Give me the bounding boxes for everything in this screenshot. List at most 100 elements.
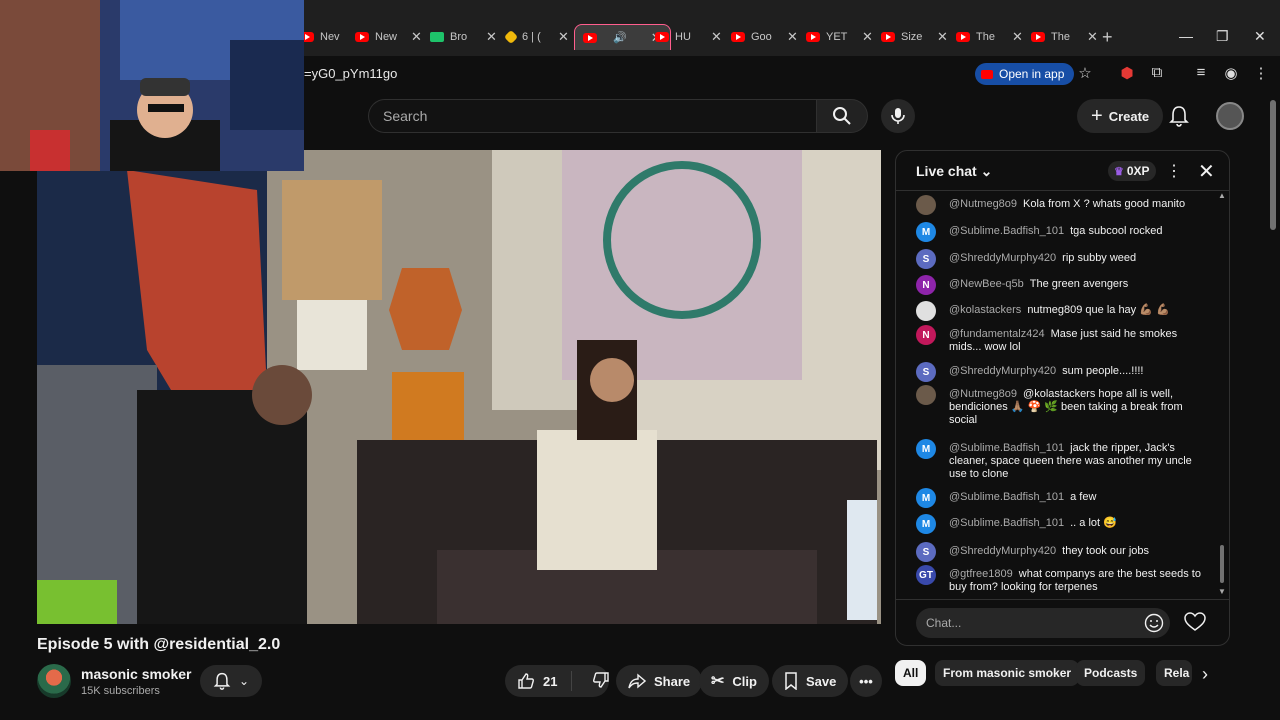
- browser-tab[interactable]: New ✕: [355, 24, 422, 50]
- url-text[interactable]: =yG0_pYm11go: [304, 66, 397, 81]
- close-chat-icon[interactable]: ✕: [1198, 159, 1215, 184]
- filter-chip[interactable]: All: [895, 660, 927, 686]
- chat-scroll-thumb[interactable]: [1220, 545, 1224, 583]
- close-tab-icon[interactable]: ✕: [486, 29, 497, 45]
- browser-tab[interactable]: The ✕: [956, 24, 1023, 50]
- share-button[interactable]: Share: [616, 665, 703, 697]
- create-label: Create: [1108, 108, 1150, 124]
- bookmark-icon: [785, 672, 797, 690]
- video-player[interactable]: [37, 150, 881, 624]
- page-scrollbar[interactable]: [1270, 100, 1276, 230]
- chat-author-name[interactable]: @Sublime.Badfish_101: [949, 491, 1064, 503]
- media-control-icon[interactable]: ≡: [1191, 64, 1211, 81]
- chat-author-name[interactable]: @kolastackers: [949, 304, 1021, 316]
- chat-author-name[interactable]: @gtfree1809: [949, 568, 1013, 580]
- restore-icon[interactable]: ❐: [1216, 28, 1229, 45]
- close-tab-icon[interactable]: ✕: [787, 29, 798, 45]
- browser-tab[interactable]: 6 | (✕: [503, 24, 569, 50]
- new-tab-button[interactable]: +: [1102, 27, 1113, 48]
- chat-author-avatar[interactable]: S: [916, 362, 936, 382]
- browser-tab[interactable]: Bro ✕: [430, 24, 497, 50]
- browser-tab[interactable]: The ✕: [1031, 24, 1098, 50]
- close-tab-icon[interactable]: ✕: [862, 29, 873, 45]
- minimize-icon[interactable]: —: [1179, 28, 1193, 44]
- chat-input[interactable]: Chat...: [916, 608, 1170, 638]
- chat-author-name[interactable]: @Sublime.Badfish_101: [949, 517, 1064, 529]
- xp-badge[interactable]: ♛ 0XP: [1108, 161, 1156, 181]
- chat-author-avatar[interactable]: M: [916, 488, 936, 508]
- browser-menu-icon[interactable]: ⋮: [1251, 64, 1271, 82]
- chat-scrollbar[interactable]: ▲ ▼: [1218, 191, 1226, 596]
- bookmark-star-icon[interactable]: ☆: [1075, 64, 1095, 82]
- account-avatar[interactable]: [1216, 102, 1244, 130]
- chat-author-name[interactable]: @NewBee-q5b: [949, 278, 1024, 290]
- chat-author-name[interactable]: @Sublime.Badfish_101: [949, 442, 1064, 454]
- chat-author-avatar[interactable]: N: [916, 275, 936, 295]
- filter-chip[interactable]: From masonic smoker: [935, 660, 1080, 686]
- close-window-icon[interactable]: ✕: [1254, 28, 1266, 45]
- chat-author-avatar[interactable]: [916, 301, 936, 321]
- chat-message: M @Sublime.Badfish_101 jack the ripper, Ja…: [916, 439, 1206, 481]
- heart-icon[interactable]: [1184, 612, 1206, 637]
- chat-author-name[interactable]: @fundamentalz424: [949, 328, 1045, 340]
- search-input[interactable]: Search: [368, 99, 816, 133]
- speaker-icon[interactable]: 🔊: [613, 31, 627, 44]
- dislike-button[interactable]: [580, 671, 610, 692]
- chat-author-avatar[interactable]: S: [916, 542, 936, 562]
- chat-author-name[interactable]: @Sublime.Badfish_101: [949, 225, 1064, 237]
- close-tab-icon[interactable]: ✕: [1012, 29, 1023, 45]
- save-button[interactable]: Save: [772, 665, 849, 697]
- address-bar[interactable]: =yG0_pYm11go Open in app ☆ ⬢ ⧉ ≡ ◉ ⋮: [300, 60, 1280, 88]
- voice-search-button[interactable]: [881, 99, 915, 133]
- more-horizontal-icon: •••: [859, 673, 873, 689]
- close-tab-icon[interactable]: ✕: [1087, 29, 1098, 45]
- chat-author-avatar[interactable]: [916, 195, 936, 215]
- subscriber-count: 15K subscribers: [81, 685, 160, 697]
- open-in-app-button[interactable]: Open in app: [975, 63, 1075, 85]
- chat-author-avatar[interactable]: N: [916, 325, 936, 345]
- close-tab-icon[interactable]: ✕: [711, 29, 722, 45]
- search-icon: [833, 107, 851, 125]
- chat-author-avatar[interactable]: M: [916, 439, 936, 459]
- close-tab-icon[interactable]: ✕: [411, 29, 422, 45]
- chat-author-avatar[interactable]: M: [916, 514, 936, 534]
- chat-message-text: Kola from X ? whats good manito: [1023, 198, 1186, 210]
- more-actions-button[interactable]: •••: [850, 665, 882, 697]
- more-vertical-icon[interactable]: ⋮: [1166, 161, 1182, 181]
- emoji-icon[interactable]: [1144, 613, 1164, 638]
- scroll-down-icon[interactable]: ▼: [1218, 587, 1226, 596]
- extensions-puzzle-icon[interactable]: ⧉: [1147, 64, 1167, 81]
- search-button[interactable]: [816, 99, 868, 133]
- chat-author-avatar[interactable]: M: [916, 222, 936, 242]
- chat-message-text: rip subby weed: [1062, 252, 1137, 264]
- subscription-notifications-button[interactable]: ⌄: [200, 665, 262, 697]
- chat-author-avatar[interactable]: [916, 385, 936, 405]
- chat-author-name[interactable]: @Nutmeg8o9: [949, 388, 1017, 400]
- extension-shield-icon[interactable]: ⬢: [1117, 64, 1137, 82]
- chevron-right-icon[interactable]: ›: [1202, 664, 1208, 685]
- chat-author-name[interactable]: @Nutmeg8o9: [949, 198, 1017, 210]
- like-button[interactable]: 21: [505, 671, 573, 691]
- close-tab-icon[interactable]: ✕: [558, 29, 569, 45]
- browser-tab[interactable]: Size ✕: [881, 24, 948, 50]
- close-tab-icon[interactable]: ✕: [937, 29, 948, 45]
- filter-chip[interactable]: Podcasts: [1076, 660, 1146, 686]
- chat-message: S @ShreddyMurphy420 rip subby weed: [916, 249, 1206, 269]
- browser-tab[interactable]: Goo ✕: [731, 24, 798, 50]
- chat-author-avatar[interactable]: GT: [916, 565, 936, 585]
- channel-name[interactable]: masonic smoker: [81, 666, 192, 682]
- create-button[interactable]: + Create: [1077, 99, 1164, 133]
- chat-author-name[interactable]: @ShreddyMurphy420: [949, 545, 1056, 557]
- clip-button[interactable]: ✂ Clip: [699, 665, 769, 697]
- notifications-button[interactable]: [1168, 104, 1190, 133]
- chat-author-avatar[interactable]: S: [916, 249, 936, 269]
- channel-avatar[interactable]: [37, 664, 71, 698]
- chat-author-name[interactable]: @ShreddyMurphy420: [949, 365, 1056, 377]
- filter-chip[interactable]: Rela: [1156, 660, 1192, 686]
- chat-author-name[interactable]: @ShreddyMurphy420: [949, 252, 1056, 264]
- profile-icon[interactable]: ◉: [1221, 64, 1241, 82]
- live-chat-mode-dropdown[interactable]: Live chat ⌄: [916, 163, 992, 180]
- scroll-up-icon[interactable]: ▲: [1218, 191, 1226, 200]
- browser-tab[interactable]: YET ✕: [806, 24, 873, 50]
- browser-tab[interactable]: HU ✕: [655, 24, 722, 50]
